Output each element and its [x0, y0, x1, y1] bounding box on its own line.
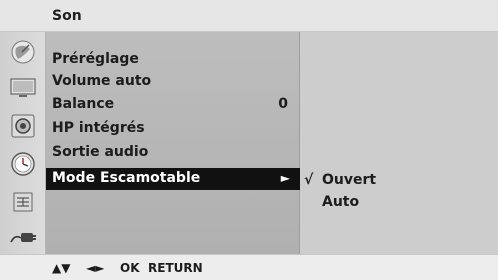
menu-item-label: HP intégrés [52, 120, 145, 136]
submenu-arrow-icon: ► [280, 171, 290, 185]
menu-item-label: Mode Escamotable [52, 170, 201, 186]
monitor-icon[interactable] [5, 72, 41, 104]
menu-item-prereglage[interactable]: Préréglage [46, 49, 300, 71]
lock-icon[interactable] [5, 186, 41, 218]
menu-item-label: Volume auto [52, 73, 152, 89]
menu-item-balance[interactable]: Balance 0 [46, 94, 300, 116]
checkmark-icon: √ [304, 172, 314, 188]
title-bar: Son [0, 0, 498, 32]
submenu-option-auto[interactable]: Auto [300, 192, 498, 214]
menu-title: Son [52, 8, 82, 24]
menu-item-label: Préréglage [52, 51, 139, 67]
menu-item-label: Balance [52, 96, 115, 112]
ok-hint: OK [120, 261, 140, 275]
submenu-option-label: Auto [322, 194, 360, 210]
menu-item-sortie-audio[interactable]: Sortie audio [46, 142, 300, 164]
submenu-option-label: Ouvert [322, 172, 377, 188]
clock-icon[interactable] [5, 148, 41, 180]
menu-item-hp-integres[interactable]: HP intégrés [46, 118, 300, 140]
category-icon-strip [0, 32, 46, 254]
navigation-hint-bar: ▲▼ ◄► OK RETURN [0, 254, 498, 280]
balance-value: 0 [278, 96, 288, 112]
menu-item-mode-escamotable[interactable]: Mode Escamotable ► [46, 168, 300, 190]
sound-menu-list: Préréglage Volume auto Balance 0 HP inté… [46, 32, 300, 254]
menu-item-label: Sortie audio [52, 144, 149, 160]
return-hint: RETURN [148, 261, 203, 275]
submenu-panel: √ Ouvert Auto [300, 32, 498, 254]
left-right-arrows-icon: ◄► [86, 261, 105, 275]
tv-osd-menu: Son Préréglage Volume auto Balance 0 HP … [0, 0, 498, 280]
speaker-icon[interactable] [5, 110, 41, 142]
up-down-arrows-icon: ▲▼ [52, 261, 71, 275]
menu-item-volume-auto[interactable]: Volume auto [46, 71, 300, 93]
satellite-dish-icon[interactable] [5, 36, 41, 68]
input-plug-icon[interactable] [5, 222, 41, 254]
submenu-option-ouvert[interactable]: √ Ouvert [300, 170, 498, 192]
